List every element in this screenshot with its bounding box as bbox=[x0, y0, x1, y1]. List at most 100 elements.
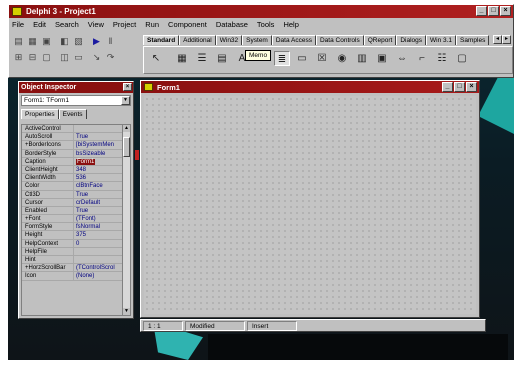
property-row[interactable]: HelpFile bbox=[22, 247, 130, 256]
tab-scroll-right-icon[interactable]: ▸ bbox=[502, 35, 511, 44]
palette-tab-qreport[interactable]: QReport bbox=[363, 35, 397, 45]
palette-tab-samples[interactable]: Samples bbox=[456, 35, 490, 45]
pause-icon[interactable]: ‖ bbox=[104, 35, 117, 47]
delphi-app-icon bbox=[12, 7, 22, 16]
property-name: AutoScroll bbox=[22, 133, 74, 141]
listbox-icon[interactable]: ▥ bbox=[354, 51, 370, 66]
scroll-down-icon[interactable]: ▼ bbox=[123, 308, 130, 315]
property-row[interactable]: BorderStyle bsSizeable bbox=[22, 149, 130, 158]
scrollbar-icon[interactable]: ⇔ bbox=[394, 51, 410, 66]
cursor-position: 1 : 1 bbox=[143, 320, 183, 331]
property-grid: ActiveControl AutoScroll True +BorderIcons[… bbox=[21, 124, 131, 316]
object-inspector-title: Object Inspector bbox=[21, 84, 77, 91]
property-row[interactable]: Cursor crDefault bbox=[22, 198, 130, 207]
chevron-down-icon[interactable]: ▼ bbox=[121, 96, 130, 105]
object-inspector-titlebar[interactable]: Object Inspector × bbox=[19, 82, 133, 93]
form1-titlebar[interactable]: Form1 _ □ × bbox=[141, 81, 479, 93]
select-unit-icon[interactable]: ▢ bbox=[40, 51, 53, 63]
menu-item-view[interactable]: View bbox=[88, 20, 104, 29]
popupmenu-icon[interactable]: ▤ bbox=[214, 51, 230, 66]
add-file-icon[interactable]: ⊞ bbox=[12, 51, 25, 63]
palette-tab-win-3-1[interactable]: Win 3.1 bbox=[426, 35, 457, 45]
palette-tab-additional[interactable]: Additional bbox=[179, 35, 216, 45]
property-row[interactable]: FormStyle fsNormal bbox=[22, 223, 130, 232]
close-icon[interactable]: × bbox=[123, 83, 132, 91]
view-unit-icon[interactable]: ▧ bbox=[72, 35, 85, 47]
object-selector-combo[interactable]: Form1: TForm1 ▼ bbox=[21, 95, 131, 106]
scroll-thumb[interactable] bbox=[123, 137, 130, 157]
delphi-main-window: Delphi 3 - Project1 _ □ × File Edit Search… bbox=[8, 4, 514, 78]
palette-tab-data-access[interactable]: Data Access bbox=[271, 35, 316, 45]
trace-into-icon[interactable]: ↘ bbox=[90, 51, 103, 63]
open-project-icon[interactable]: ▤ bbox=[12, 35, 25, 47]
property-row[interactable]: Icon (None) bbox=[22, 272, 130, 281]
menu-item-edit[interactable]: Edit bbox=[33, 20, 46, 29]
form-design-grid[interactable] bbox=[144, 96, 476, 314]
run-icon[interactable]: ▶ bbox=[90, 35, 103, 47]
menu-item-tools[interactable]: Tools bbox=[257, 20, 275, 29]
memo-icon[interactable]: ≣ bbox=[274, 51, 290, 66]
toggle-form-icon[interactable]: ◧ bbox=[58, 35, 71, 47]
property-name: Ctl3D bbox=[22, 190, 74, 198]
property-row[interactable]: HelpContext 0 bbox=[22, 239, 130, 248]
property-row[interactable]: ClientWidth 536 bbox=[22, 174, 130, 183]
property-scrollbar[interactable]: ▲ ▼ bbox=[122, 125, 130, 315]
frames-icon[interactable]: ▦ bbox=[174, 51, 190, 66]
palette-tab-win32[interactable]: Win32 bbox=[215, 35, 243, 45]
open-file-icon[interactable]: ▣ bbox=[40, 35, 53, 47]
property-row[interactable]: +HorzScrollBar (TControlScrol bbox=[22, 264, 130, 273]
menu-item-search[interactable]: Search bbox=[55, 20, 79, 29]
property-value-text: clBtnFace bbox=[76, 183, 103, 190]
property-value-editor[interactable]: Form1 bbox=[76, 158, 96, 165]
checkbox-icon[interactable]: ☒ bbox=[314, 51, 330, 66]
button-icon[interactable]: ▭ bbox=[294, 51, 310, 66]
radiobutton-icon[interactable]: ◉ bbox=[334, 51, 350, 66]
menu-item-help[interactable]: Help bbox=[283, 20, 298, 29]
menu-item-run[interactable]: Run bbox=[145, 20, 159, 29]
property-row[interactable]: ClientHeight 348 bbox=[22, 165, 130, 175]
save-all-icon[interactable]: ▦ bbox=[26, 35, 39, 47]
main-titlebar[interactable]: Delphi 3 - Project1 _ □ × bbox=[9, 5, 513, 18]
property-value-text: 0 bbox=[76, 240, 80, 247]
combobox-icon[interactable]: ▣ bbox=[374, 51, 390, 66]
property-row[interactable]: +Font (TFont) bbox=[22, 215, 130, 224]
groupbox-icon[interactable]: ⌐ bbox=[414, 51, 430, 66]
pointer-icon[interactable]: ↖ bbox=[148, 51, 164, 66]
form-close-button[interactable]: × bbox=[466, 82, 477, 92]
property-row[interactable]: Height 375 bbox=[22, 231, 130, 240]
menu-item-project[interactable]: Project bbox=[113, 20, 136, 29]
step-over-icon[interactable]: ↷ bbox=[104, 51, 117, 63]
palette-tab-standard[interactable]: Standard bbox=[143, 35, 180, 45]
menu-item-component[interactable]: Component bbox=[168, 20, 207, 29]
property-row[interactable]: AutoScroll True bbox=[22, 133, 130, 142]
palette-tab-dialogs[interactable]: Dialogs bbox=[396, 35, 426, 45]
close-button[interactable]: × bbox=[500, 6, 511, 16]
property-row[interactable]: +BorderIcons [biSystemMen bbox=[22, 141, 130, 150]
wallpaper-shape bbox=[478, 74, 514, 134]
menu-item-database[interactable]: Database bbox=[216, 20, 248, 29]
property-row[interactable]: Hint bbox=[22, 256, 130, 265]
property-row[interactable]: Caption Form1 bbox=[22, 157, 130, 166]
remove-file-icon[interactable]: ⊟ bbox=[26, 51, 39, 63]
mainmenu-icon[interactable]: ☰ bbox=[194, 51, 210, 66]
scroll-up-icon[interactable]: ▲ bbox=[123, 125, 130, 132]
property-row[interactable]: ActiveControl bbox=[22, 125, 130, 134]
property-row[interactable]: Color clBtnFace bbox=[22, 182, 130, 191]
radiogroup-icon[interactable]: ☷ bbox=[434, 51, 450, 66]
tab-events[interactable]: Events bbox=[58, 109, 87, 119]
property-row[interactable]: Ctl3D True bbox=[22, 190, 130, 199]
palette-tab-data-controls[interactable]: Data Controls bbox=[315, 35, 364, 45]
property-row[interactable]: Enabled True bbox=[22, 206, 130, 216]
palette-tab-system[interactable]: System bbox=[242, 35, 272, 45]
maximize-button[interactable]: □ bbox=[488, 6, 499, 16]
select-form-icon[interactable]: ◫ bbox=[58, 51, 71, 63]
menu-item-file[interactable]: File bbox=[12, 20, 24, 29]
tab-scroll-left-icon[interactable]: ◂ bbox=[493, 35, 502, 44]
minimize-button[interactable]: _ bbox=[476, 6, 487, 16]
tab-properties[interactable]: Properties bbox=[21, 109, 59, 119]
property-name: ClientWidth bbox=[22, 174, 74, 182]
form-maximize-button[interactable]: □ bbox=[454, 82, 465, 92]
panel-icon[interactable]: ▢ bbox=[454, 51, 470, 66]
new-form-icon[interactable]: ▭ bbox=[72, 51, 85, 63]
form-minimize-button[interactable]: _ bbox=[442, 82, 453, 92]
